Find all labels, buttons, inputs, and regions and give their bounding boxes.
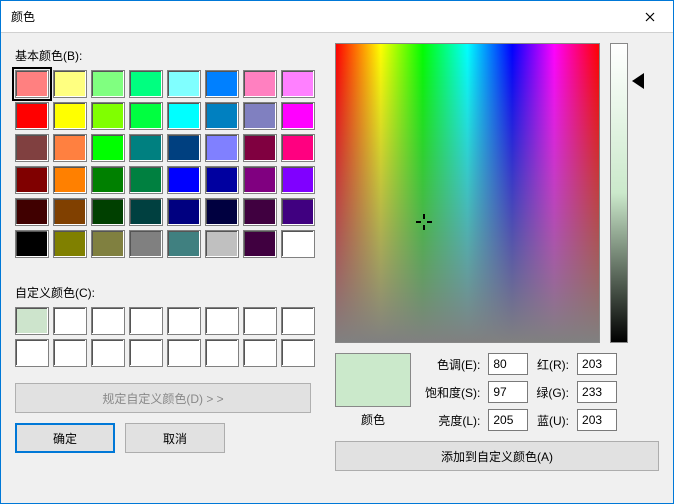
color-gradient-picker[interactable] — [335, 43, 600, 343]
basic-color-swatch[interactable] — [129, 166, 163, 194]
custom-colors-grid — [15, 307, 315, 367]
custom-color-swatch[interactable] — [53, 307, 87, 335]
basic-color-swatch[interactable] — [167, 70, 201, 98]
basic-color-swatch[interactable] — [167, 230, 201, 258]
basic-color-swatch[interactable] — [205, 198, 239, 226]
lum-label: 亮度(L): — [425, 412, 480, 429]
basic-color-swatch[interactable] — [129, 230, 163, 258]
basic-color-swatch[interactable] — [281, 230, 315, 258]
custom-color-swatch[interactable] — [91, 307, 125, 335]
basic-color-swatch[interactable] — [91, 70, 125, 98]
basic-color-swatch[interactable] — [281, 70, 315, 98]
basic-color-swatch[interactable] — [91, 102, 125, 130]
basic-color-swatch[interactable] — [53, 198, 87, 226]
basic-color-swatch[interactable] — [243, 230, 277, 258]
red-input[interactable] — [577, 353, 617, 375]
custom-color-swatch[interactable] — [129, 307, 163, 335]
basic-color-swatch[interactable] — [91, 166, 125, 194]
luminosity-arrow-icon — [632, 73, 644, 89]
define-custom-button: 规定自定义颜色(D) > > — [15, 383, 311, 413]
custom-color-swatch[interactable] — [91, 339, 125, 367]
basic-color-swatch[interactable] — [53, 230, 87, 258]
color-value-fields: 色调(E): 红(R): 饱和度(S): 绿(G): 亮度(L): 蓝(U): — [425, 353, 617, 431]
crosshair-icon — [416, 214, 432, 230]
basic-color-swatch[interactable] — [205, 102, 239, 130]
basic-color-swatch[interactable] — [281, 102, 315, 130]
basic-color-swatch[interactable] — [53, 166, 87, 194]
basic-color-swatch[interactable] — [91, 230, 125, 258]
custom-color-swatch[interactable] — [167, 307, 201, 335]
color-preview-label: 颜色 — [361, 411, 385, 428]
custom-color-swatch[interactable] — [281, 307, 315, 335]
basic-color-swatch[interactable] — [129, 134, 163, 162]
red-label: 红(R): — [536, 356, 569, 373]
basic-color-swatch[interactable] — [91, 134, 125, 162]
custom-colors-label: 自定义颜色(C): — [15, 284, 315, 301]
custom-color-swatch[interactable] — [167, 339, 201, 367]
ok-button[interactable]: 确定 — [15, 423, 115, 453]
cancel-button[interactable]: 取消 — [125, 423, 225, 453]
basic-color-swatch[interactable] — [205, 70, 239, 98]
custom-color-swatch[interactable] — [243, 307, 277, 335]
basic-colors-label: 基本颜色(B): — [15, 47, 315, 64]
hue-label: 色调(E): — [425, 356, 480, 373]
basic-colors-grid — [15, 70, 315, 258]
basic-color-swatch[interactable] — [129, 70, 163, 98]
sat-input[interactable] — [488, 381, 528, 403]
custom-color-swatch[interactable] — [243, 339, 277, 367]
basic-color-swatch[interactable] — [15, 70, 49, 98]
dialog-title: 颜色 — [11, 8, 627, 25]
basic-color-swatch[interactable] — [243, 166, 277, 194]
basic-color-swatch[interactable] — [129, 198, 163, 226]
basic-color-swatch[interactable] — [205, 230, 239, 258]
basic-color-swatch[interactable] — [15, 230, 49, 258]
basic-color-swatch[interactable] — [15, 166, 49, 194]
basic-color-swatch[interactable] — [167, 166, 201, 194]
basic-color-swatch[interactable] — [53, 134, 87, 162]
custom-color-swatch[interactable] — [129, 339, 163, 367]
basic-color-swatch[interactable] — [15, 198, 49, 226]
basic-color-swatch[interactable] — [243, 134, 277, 162]
custom-color-swatch[interactable] — [15, 339, 49, 367]
custom-color-swatch[interactable] — [205, 307, 239, 335]
basic-color-swatch[interactable] — [205, 166, 239, 194]
basic-color-swatch[interactable] — [53, 102, 87, 130]
sat-label: 饱和度(S): — [425, 384, 480, 401]
basic-color-swatch[interactable] — [15, 134, 49, 162]
color-preview-box — [335, 353, 411, 407]
custom-color-swatch[interactable] — [281, 339, 315, 367]
titlebar: 颜色 — [1, 1, 673, 33]
basic-color-swatch[interactable] — [281, 198, 315, 226]
custom-color-swatch[interactable] — [15, 307, 49, 335]
basic-color-swatch[interactable] — [243, 70, 277, 98]
blue-input[interactable] — [577, 409, 617, 431]
basic-color-swatch[interactable] — [91, 198, 125, 226]
green-label: 绿(G): — [536, 384, 569, 401]
color-dialog: 颜色 基本颜色(B): 自定义颜色(C): 规定自定义颜色(D) > > 确定 … — [0, 0, 674, 504]
basic-color-swatch[interactable] — [281, 134, 315, 162]
hue-input[interactable] — [488, 353, 528, 375]
basic-color-swatch[interactable] — [205, 134, 239, 162]
close-button[interactable] — [627, 1, 673, 33]
basic-color-swatch[interactable] — [167, 198, 201, 226]
basic-color-swatch[interactable] — [167, 134, 201, 162]
basic-color-swatch[interactable] — [53, 70, 87, 98]
basic-color-swatch[interactable] — [167, 102, 201, 130]
close-icon — [645, 12, 655, 22]
luminosity-slider[interactable] — [608, 43, 638, 343]
basic-color-swatch[interactable] — [129, 102, 163, 130]
blue-label: 蓝(U): — [536, 412, 569, 429]
luminosity-strip — [610, 43, 628, 343]
basic-color-swatch[interactable] — [243, 102, 277, 130]
custom-color-swatch[interactable] — [53, 339, 87, 367]
add-to-custom-button[interactable]: 添加到自定义颜色(A) — [335, 441, 659, 471]
custom-color-swatch[interactable] — [205, 339, 239, 367]
basic-color-swatch[interactable] — [243, 198, 277, 226]
green-input[interactable] — [577, 381, 617, 403]
basic-color-swatch[interactable] — [15, 102, 49, 130]
lum-input[interactable] — [488, 409, 528, 431]
basic-color-swatch[interactable] — [281, 166, 315, 194]
